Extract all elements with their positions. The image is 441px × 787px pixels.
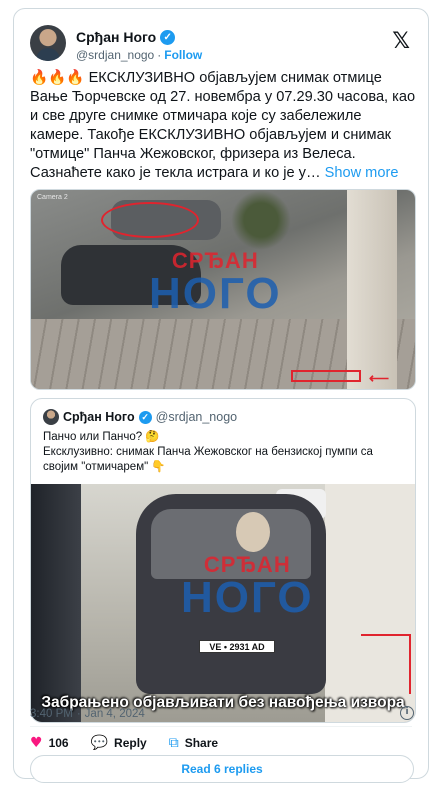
reply-icon: 💬 <box>90 735 109 751</box>
person-foreground <box>31 484 81 722</box>
tweet-date: Jan 4, 2024 <box>84 708 145 720</box>
heart-icon: ♥ <box>30 735 43 751</box>
building-pillar <box>347 190 397 389</box>
reply-label: Reply <box>114 736 147 750</box>
red-highlight-rect <box>291 370 361 382</box>
quoted-author-name: Срђан Ного <box>63 410 135 424</box>
share-button[interactable]: ⧉ Share <box>169 735 218 751</box>
camera-label: Camera 2 <box>37 194 68 201</box>
x-logo-icon[interactable]: 𝕏 <box>392 29 410 54</box>
watermark: СРЂАН НОГО <box>149 250 282 316</box>
info-icon[interactable]: i <box>400 706 414 720</box>
watermark-bottom: НОГО <box>149 269 282 318</box>
watermark-bottom: НОГО <box>181 573 314 622</box>
quoted-author-avatar <box>43 409 59 425</box>
reply-button[interactable]: 💬 Reply <box>91 735 147 751</box>
follow-button[interactable]: Follow <box>164 48 202 62</box>
tweet-emojis: 🔥🔥🔥 <box>30 70 85 86</box>
author-name[interactable]: Срђан Ного <box>76 29 156 45</box>
watermark: СРЂАН НОГО <box>181 554 314 620</box>
like-count: 106 <box>48 736 69 750</box>
quoted-line-1: Панчо или Панчо? 🤔 <box>43 431 160 443</box>
author-avatar[interactable] <box>30 25 66 61</box>
embedded-tweet-card: Срђан Ного ✓ @srdjan_nogo · Follow 𝕏 🔥🔥🔥 Е… <box>13 8 429 783</box>
red-highlight-circle <box>101 202 199 238</box>
separator-dot: · <box>76 708 81 720</box>
divider <box>30 726 412 727</box>
license-plate: VE • 2931 AD <box>199 640 275 653</box>
show-more-link[interactable]: Show more <box>325 165 399 181</box>
quoted-author-handle: @srdjan_nogo <box>155 410 238 424</box>
tree <box>231 190 291 250</box>
tweet-text: 🔥🔥🔥 ЕКСКЛУЗИВНО објављујем снимак отмице… <box>30 69 416 183</box>
tweet-time: 3:40 PM <box>30 708 73 720</box>
red-marking <box>361 634 411 694</box>
quoted-tweet[interactable]: Срђан Ного ✓ @srdjan_nogo Панчо или Панч… <box>30 398 416 723</box>
share-label: Share <box>184 736 219 750</box>
quoted-tweet-header: Срђан Ного ✓ @srdjan_nogo <box>43 409 237 425</box>
separator-dot: · <box>157 48 162 62</box>
tweet-media-image[interactable]: ⟵ Camera 2 СРЂАН НОГО <box>30 189 416 390</box>
red-arrow-icon: ⟵ <box>369 370 390 386</box>
author-handle-line: @srdjan_nogo · Follow <box>76 48 202 62</box>
read-replies-button[interactable]: Read 6 replies <box>30 755 414 783</box>
author-name-line[interactable]: Срђан Ного ✓ <box>76 29 176 45</box>
quoted-line-2: Ексклузивно: снимак Панча Жежовског на б… <box>43 446 373 473</box>
verified-badge-icon: ✓ <box>138 410 152 424</box>
like-button[interactable]: ♥ 106 <box>30 735 69 751</box>
verified-badge-icon: ✓ <box>160 29 176 45</box>
tweet-actions: ♥ 106 💬 Reply ⧉ Share <box>30 735 218 751</box>
tweet-timestamp[interactable]: 3:40 PM · Jan 4, 2024 <box>30 708 145 720</box>
copy-link-icon: ⧉ <box>168 735 179 751</box>
author-handle[interactable]: @srdjan_nogo <box>76 48 154 62</box>
quoted-tweet-text: Панчо или Панчо? 🤔 Ексклузивно: снимак П… <box>43 430 405 475</box>
quoted-media-image[interactable]: VE • 2931 AD СРЂАН НОГО Забрањено објављ… <box>31 484 415 722</box>
driver <box>236 512 270 552</box>
tweet-header: Срђан Ного ✓ @srdjan_nogo · Follow 𝕏 <box>30 21 416 65</box>
